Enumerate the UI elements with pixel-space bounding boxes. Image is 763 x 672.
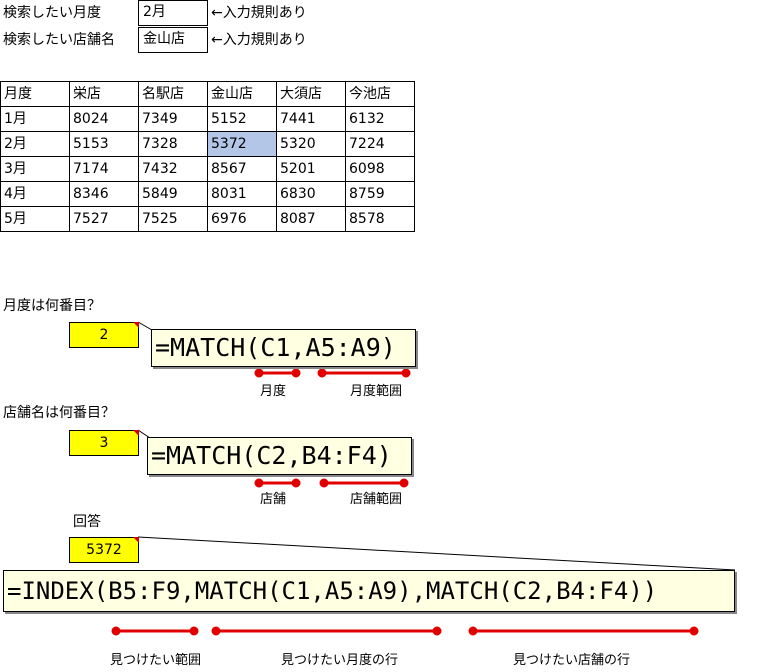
store-question-label: 店舗名は何番目？ [3,405,115,421]
month-formula-comment: =MATCH(C1,A5:A9) [151,329,416,367]
answer-month-annotation: 見つけたい月度の行 [281,653,399,668]
comment-indicator-icon [133,537,139,543]
answer-label: 回答 [73,514,101,530]
answer-formula-comment: =INDEX(B5:F9,MATCH(C1,A5:A9),MATCH(C2,B4… [3,570,735,612]
answer-result-cell[interactable]: 5372 [69,537,139,563]
month-arg-label: 月度 [260,384,287,399]
month-range-label: 月度範囲 [350,384,403,399]
answer-range-annotation: 見つけたい範囲 [110,653,202,668]
month-result-cell[interactable]: 2 [69,322,139,348]
store-arg-label: 店舗 [260,492,287,507]
store-range-label: 店舗範囲 [350,492,403,507]
comment-indicator-icon [133,430,139,436]
month-question-label: 月度は何番目？ [3,298,101,314]
answer-store-annotation: 見つけたい店舗の行 [513,653,631,668]
store-formula-comment: =MATCH(C2,B4:F4) [147,437,412,475]
store-result-cell[interactable]: 3 [69,430,139,456]
comment-indicator-icon [133,322,139,328]
